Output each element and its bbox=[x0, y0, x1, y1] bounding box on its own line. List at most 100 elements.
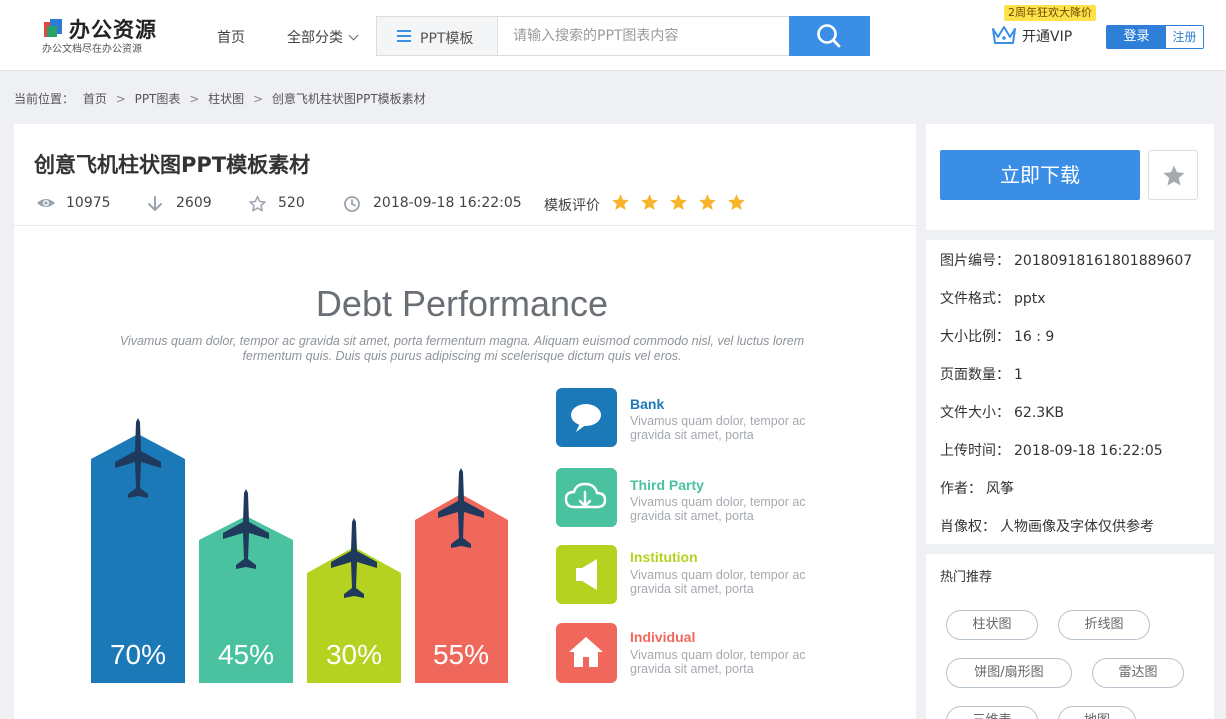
views-count: 10975 bbox=[66, 195, 111, 211]
vip-promo-badge: 2周年狂欢大降价 bbox=[1004, 5, 1096, 21]
legend-desc-3b: gravida sit amet, porta bbox=[630, 582, 754, 596]
info-value: 1 bbox=[1014, 367, 1023, 383]
info-key: 文件格式： bbox=[940, 291, 1010, 307]
info-row: 肖像权： 人物画像及字体仅供参考 bbox=[940, 516, 1154, 536]
tag-radar-chart[interactable]: 雷达图 bbox=[1092, 658, 1184, 688]
legend-desc-1a: Vivamus quam dolor, tempor ac bbox=[630, 414, 806, 428]
info-value: 16 : 9 bbox=[1014, 329, 1055, 345]
info-value: 20180918161801889607 bbox=[1014, 253, 1193, 269]
info-row: 上传时间： 2018-09-18 16:22:05 bbox=[940, 440, 1163, 460]
download-arrow-icon bbox=[148, 196, 162, 211]
nav-home-link[interactable]: 首页 bbox=[217, 27, 245, 47]
star-icon bbox=[728, 194, 746, 211]
tag-pie-chart[interactable]: 饼图/扇形图 bbox=[946, 658, 1072, 688]
search-input[interactable] bbox=[499, 17, 789, 55]
breadcrumb-separator: > bbox=[252, 92, 264, 106]
info-row: 图片编号： 20180918161801889607 bbox=[940, 250, 1192, 270]
favorite-button[interactable] bbox=[1148, 150, 1198, 200]
info-key: 大小比例： bbox=[940, 329, 1010, 345]
tag-line-chart[interactable]: 折线图 bbox=[1058, 610, 1150, 640]
slide-subtitle-line1: Vivamus quam dolor, tempor ac gravida si… bbox=[120, 334, 804, 348]
tag-map[interactable]: 地图 bbox=[1058, 706, 1136, 719]
info-value: 62.3KB bbox=[1014, 405, 1064, 421]
tag-3d-table[interactable]: 三维表 bbox=[946, 706, 1038, 719]
info-value: 2018-09-18 16:22:05 bbox=[1014, 443, 1163, 459]
auth-buttons: 登录 注册 bbox=[1106, 25, 1204, 49]
bar-group-4: 55% bbox=[415, 468, 508, 683]
star-outline-icon bbox=[249, 195, 266, 212]
search-category-select[interactable]: PPT模板 bbox=[377, 17, 498, 55]
info-key: 图片编号： bbox=[940, 253, 1010, 269]
legend-desc-4a: Vivamus quam dolor, tempor ac bbox=[630, 648, 806, 662]
hot-recommend-title: 热门推荐 bbox=[940, 570, 993, 585]
star-icon bbox=[699, 194, 717, 211]
info-key: 文件大小： bbox=[940, 405, 1010, 421]
site-logo[interactable]: 办公资源 办公文档尽在办公资源 bbox=[42, 14, 182, 56]
page-title: 创意飞机柱状图PPT模板素材 bbox=[34, 153, 311, 177]
breadcrumb-item-bar-chart[interactable]: 柱状图 bbox=[208, 92, 244, 106]
logo-subtitle: 办公文档尽在办公资源 bbox=[42, 44, 142, 55]
bar-label-4: 55% bbox=[433, 639, 489, 670]
breadcrumb-item-current: 创意飞机柱状图PPT模板素材 bbox=[271, 92, 426, 106]
legend-item-individual: Individual Vivamus quam dolor, tempor ac… bbox=[556, 623, 806, 683]
info-value: 风筝 bbox=[986, 481, 1014, 497]
star-icon bbox=[641, 194, 658, 211]
bar-group-1: 70% bbox=[91, 418, 185, 683]
legend-desc-3a: Vivamus quam dolor, tempor ac bbox=[630, 568, 806, 582]
eye-icon bbox=[37, 199, 55, 207]
file-info-panel: 图片编号： 20180918161801889607 文件格式： pptx 大小比例… bbox=[926, 240, 1214, 544]
template-detail-card: 创意飞机柱状图PPT模板素材 10975 2609 520 2018-09-18… bbox=[14, 124, 916, 719]
download-panel: 立即下载 bbox=[926, 124, 1214, 230]
search-category-label: PPT模板 bbox=[420, 31, 474, 47]
preview-slide: Debt Performance Vivamus quam dolor, tem… bbox=[91, 283, 806, 683]
info-key: 上传时间： bbox=[940, 443, 1010, 459]
legend-desc-2a: Vivamus quam dolor, tempor ac bbox=[630, 495, 806, 509]
downloads-count: 2609 bbox=[176, 195, 212, 211]
legend-item-bank: Bank Vivamus quam dolor, tempor ac gravi… bbox=[556, 388, 806, 447]
star-icon bbox=[1163, 165, 1185, 186]
clock-icon bbox=[344, 196, 360, 212]
nav-all-categories[interactable]: 全部分类 bbox=[287, 27, 359, 47]
template-preview-image[interactable]: Debt Performance Vivamus quam dolor, tem… bbox=[14, 226, 916, 719]
crown-icon bbox=[992, 26, 1016, 44]
info-row: 大小比例： 16 : 9 bbox=[940, 326, 1054, 346]
info-row: 页面数量： 1 bbox=[940, 364, 1023, 384]
logo-icon bbox=[44, 19, 62, 37]
bar-label-1: 70% bbox=[110, 639, 166, 670]
bar-group-2: 45% bbox=[199, 489, 293, 683]
legend-name-4: Individual bbox=[630, 629, 695, 645]
info-key: 肖像权： bbox=[940, 519, 996, 535]
breadcrumb-item-ppt-chart[interactable]: PPT图表 bbox=[135, 92, 181, 106]
upload-date: 2018-09-18 16:22:05 bbox=[373, 195, 522, 211]
info-value: pptx bbox=[1014, 291, 1046, 307]
search-icon bbox=[817, 24, 841, 48]
chevron-down-icon bbox=[348, 30, 359, 41]
breadcrumb-item-home[interactable]: 首页 bbox=[83, 92, 107, 106]
tag-bar-chart[interactable]: 柱状图 bbox=[946, 610, 1038, 640]
info-value: 人物画像及字体仅供参考 bbox=[1000, 519, 1154, 535]
legend-name-2: Third Party bbox=[630, 477, 704, 493]
info-key: 作者： bbox=[940, 481, 982, 497]
search-bar: PPT模板 bbox=[376, 16, 870, 56]
login-button[interactable]: 登录 bbox=[1107, 26, 1166, 48]
rating-stars bbox=[611, 193, 751, 215]
search-button[interactable] bbox=[789, 16, 870, 56]
legend-desc-1b: gravida sit amet, porta bbox=[630, 428, 754, 442]
download-button[interactable]: 立即下载 bbox=[940, 150, 1140, 200]
info-key: 页面数量： bbox=[940, 367, 1010, 383]
breadcrumb-prefix: 当前位置： bbox=[14, 92, 75, 106]
slide-title: Debt Performance bbox=[316, 283, 608, 324]
register-button[interactable]: 注册 bbox=[1166, 26, 1203, 48]
nav-all-label: 全部分类 bbox=[287, 30, 343, 46]
legend-name-3: Institution bbox=[630, 549, 698, 565]
breadcrumb: 当前位置： 首页 > PPT图表 > 柱状图 > 创意飞机柱状图PPT模板素材 bbox=[14, 90, 431, 107]
star-icon bbox=[612, 194, 629, 211]
breadcrumb-separator: > bbox=[189, 92, 200, 106]
slide-subtitle-line2: fermentum quis. Duis quis purus adipisci… bbox=[242, 349, 681, 363]
hot-recommend-panel: 热门推荐 柱状图 折线图 饼图/扇形图 雷达图 三维表 地图 bbox=[926, 554, 1214, 719]
bar-label-2: 45% bbox=[218, 639, 274, 670]
legend-desc-4b: gravida sit amet, porta bbox=[630, 662, 754, 676]
info-row: 文件格式： pptx bbox=[940, 288, 1046, 308]
legend-name-1: Bank bbox=[630, 396, 664, 412]
legend-desc-2b: gravida sit amet, porta bbox=[630, 509, 754, 523]
